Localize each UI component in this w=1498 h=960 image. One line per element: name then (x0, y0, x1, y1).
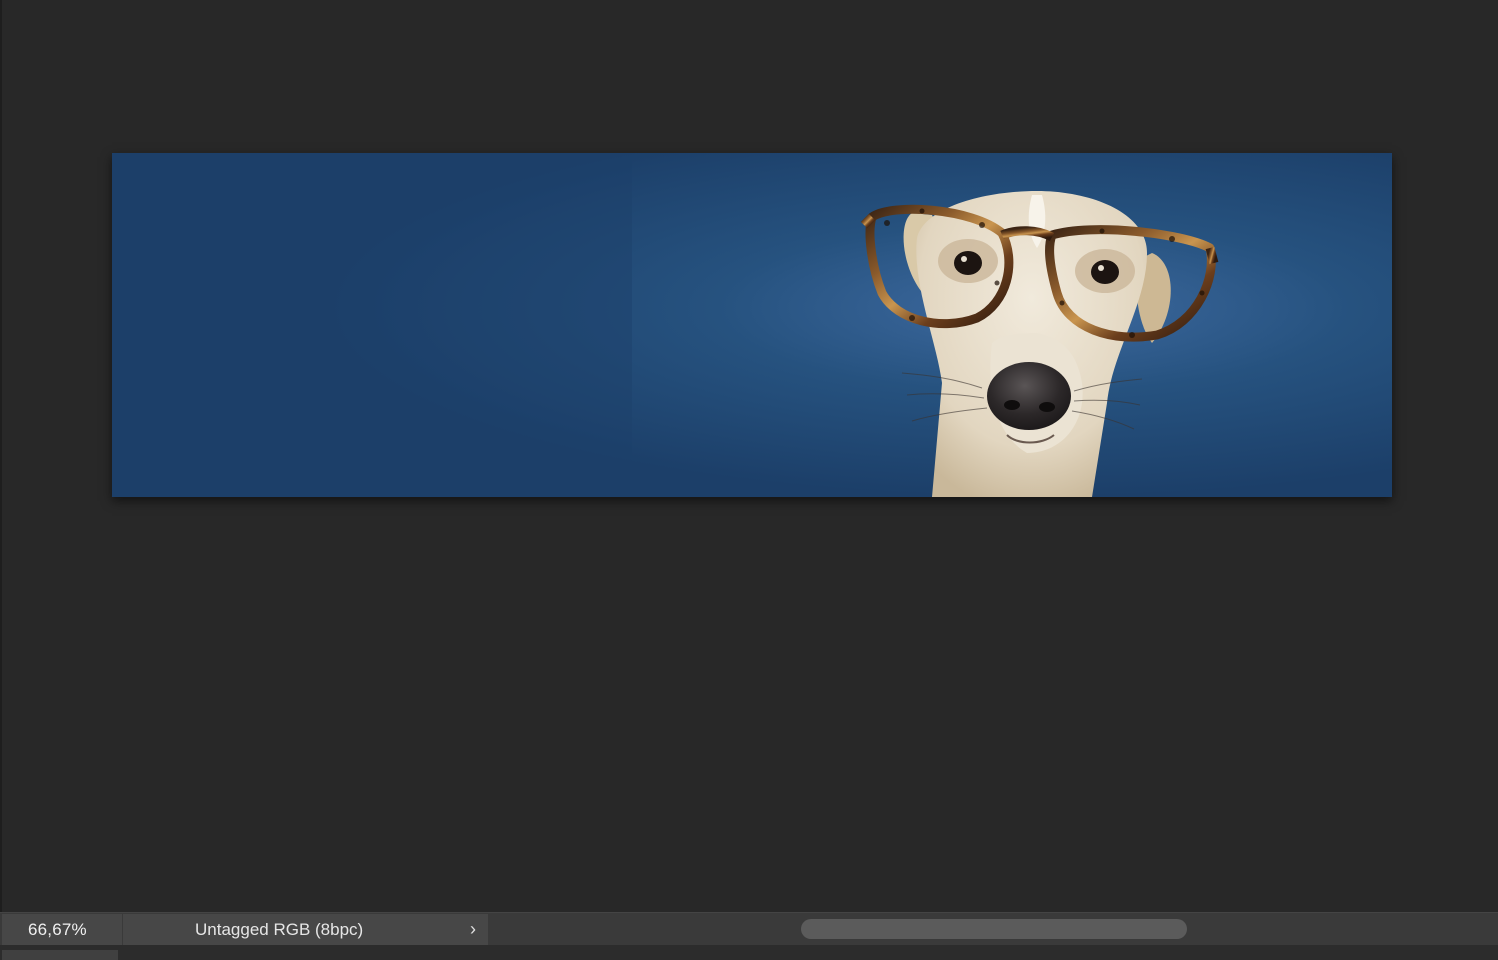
canvas-workspace[interactable] (0, 0, 1498, 912)
zoom-level-value[interactable]: 66,67% (28, 920, 87, 939)
document-info-label: Untagged RGB (8bpc) (195, 920, 364, 939)
status-bar: 66,67% Untagged RGB (8bpc) › (0, 912, 1498, 945)
zoom-level-field[interactable]: 66,67% (2, 914, 122, 945)
document-canvas[interactable] (112, 153, 1392, 497)
chevron-right-icon[interactable]: › (466, 914, 480, 945)
dog-with-glasses-photo (112, 153, 1392, 497)
horizontal-scrollbar-thumb[interactable] (801, 919, 1187, 939)
document-info-button[interactable]: Untagged RGB (8bpc) › (123, 914, 488, 945)
horizontal-scrollbar[interactable] (489, 914, 1498, 945)
bottom-panel-strip (0, 945, 1498, 960)
bottom-panel-tab[interactable] (2, 950, 118, 960)
